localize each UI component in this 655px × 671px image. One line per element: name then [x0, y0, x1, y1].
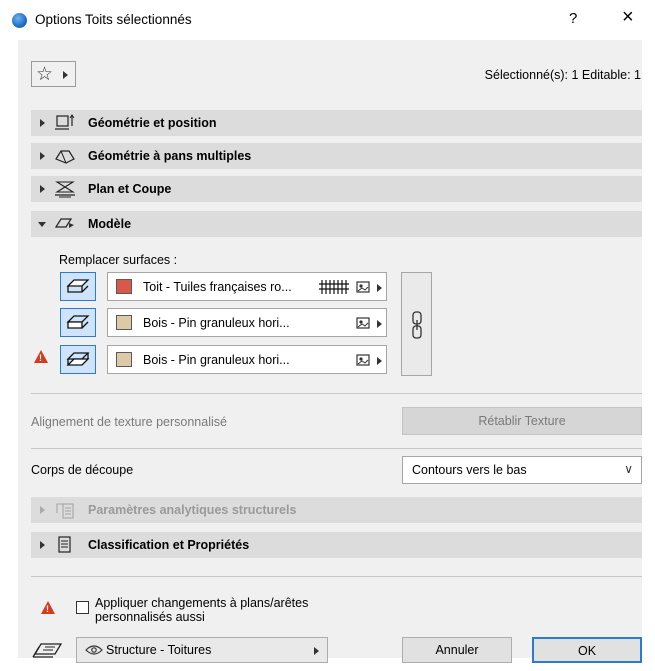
help-button[interactable]: ? — [569, 10, 577, 27]
expand-arrow-icon — [40, 119, 45, 127]
section-label: Plan et Coupe — [88, 182, 172, 196]
floor-plan-section-icon — [55, 181, 75, 198]
selection-info: Sélectionné(s): 1 Editable: 1 — [484, 68, 641, 82]
star-icon: ☆ — [36, 64, 54, 85]
chevron-right-icon[interactable] — [377, 357, 382, 365]
roof-edge-surface-button[interactable] — [60, 308, 96, 337]
material-swatch — [116, 315, 132, 330]
section-label: Géométrie et position — [88, 116, 217, 130]
layer-selector[interactable]: Structure - Toitures — [76, 637, 328, 663]
divider — [31, 448, 642, 449]
warning-icon: ! — [34, 350, 48, 363]
section-label: Modèle — [88, 217, 132, 231]
roof-top-surface-icon — [66, 279, 90, 293]
section-label: Géométrie à pans multiples — [88, 149, 252, 163]
material-name: Toit - Tuiles françaises ro... — [143, 280, 292, 294]
link-surfaces-button[interactable] — [401, 272, 432, 376]
chevron-down-icon: ∨ — [624, 462, 633, 476]
title-bar: Options Toits sélectionnés ? × — [0, 0, 655, 40]
section-floor-plan-section[interactable]: Plan et Coupe — [31, 176, 642, 202]
divider — [31, 393, 642, 394]
roof-top-surface-button[interactable] — [60, 272, 96, 301]
surface-row-top[interactable]: Toit - Tuiles françaises ro... — [107, 272, 387, 301]
section-model[interactable]: Modèle — [31, 211, 642, 237]
trim-body-select[interactable]: Contours vers le bas ∨ — [402, 456, 642, 484]
override-surfaces-label: Remplacer surfaces : — [59, 253, 178, 267]
collapse-arrow-icon — [38, 222, 46, 227]
roof-tiles-icon — [319, 280, 349, 294]
surface-row-edge[interactable]: Bois - Pin granuleux hori... — [107, 308, 387, 337]
material-swatch — [116, 279, 132, 294]
material-picker-icon[interactable] — [356, 354, 371, 367]
layer-icon — [32, 643, 63, 658]
close-button[interactable]: × — [622, 6, 634, 29]
section-label: Classification et Propriétés — [88, 538, 250, 552]
warning-icon: ! — [41, 601, 55, 614]
material-picker-icon[interactable] — [356, 317, 371, 330]
section-multi-plane-geometry[interactable]: Géométrie à pans multiples — [31, 143, 642, 169]
trim-body-label: Corps de découpe — [31, 463, 134, 477]
ok-button[interactable]: OK — [532, 637, 642, 663]
apply-custom-planes-checkbox[interactable] — [76, 601, 89, 614]
roof-bottom-surface-button[interactable] — [60, 345, 96, 374]
multi-plane-roof-icon — [55, 150, 75, 164]
layer-name: Structure - Toitures — [106, 643, 212, 657]
geometry-position-icon — [55, 114, 75, 130]
roof-edge-surface-icon — [66, 315, 90, 329]
chevron-right-icon — [63, 71, 68, 79]
divider — [31, 576, 642, 577]
texture-alignment-label: Alignement de texture personnalisé — [31, 415, 227, 429]
eye-icon — [85, 645, 103, 655]
section-classification-properties[interactable]: Classification et Propriétés — [31, 532, 642, 558]
apply-custom-planes-label: Appliquer changements à plans/arêtes per… — [95, 596, 309, 624]
surface-row-bottom[interactable]: Bois - Pin granuleux hori... — [107, 345, 387, 374]
cancel-button[interactable]: Annuler — [402, 637, 512, 663]
chevron-right-icon[interactable] — [377, 320, 382, 328]
structural-analytics-icon — [56, 503, 74, 519]
section-structural-analytics: Paramètres analytiques structurels — [31, 497, 642, 523]
material-name: Bois - Pin granuleux hori... — [143, 353, 290, 367]
trim-body-value: Contours vers le bas — [412, 463, 527, 477]
chain-link-icon — [412, 311, 422, 339]
expand-arrow-icon — [40, 185, 45, 193]
roof-bottom-surface-icon — [66, 352, 90, 366]
archicad-app-icon — [12, 13, 27, 28]
material-name: Bois - Pin granuleux hori... — [143, 316, 290, 330]
material-swatch — [116, 352, 132, 367]
section-label: Paramètres analytiques structurels — [88, 503, 297, 517]
favorites-button[interactable]: ☆ — [31, 61, 76, 87]
model-icon — [55, 218, 74, 228]
expand-arrow-icon — [40, 541, 45, 549]
classification-icon — [58, 536, 71, 553]
chevron-right-icon — [314, 647, 319, 655]
material-picker-icon[interactable] — [356, 281, 371, 294]
section-geometry-position[interactable]: Géométrie et position — [31, 110, 642, 136]
expand-arrow-icon — [40, 152, 45, 160]
expand-arrow-icon — [40, 506, 45, 514]
window-title: Options Toits sélectionnés — [35, 12, 192, 27]
chevron-right-icon[interactable] — [377, 284, 382, 292]
reset-texture-button[interactable]: Rétablir Texture — [402, 407, 642, 435]
